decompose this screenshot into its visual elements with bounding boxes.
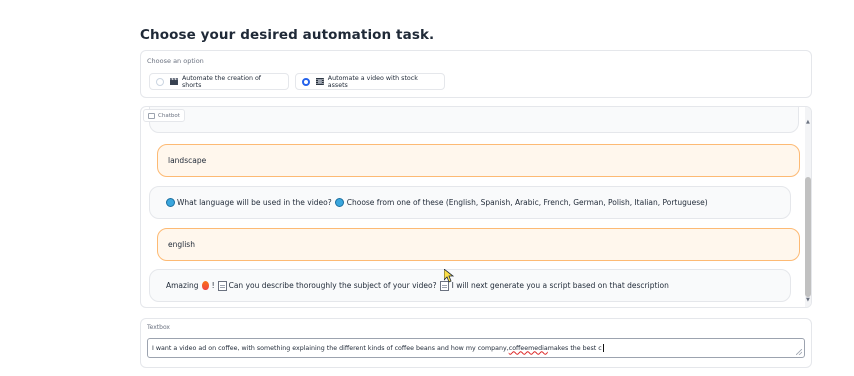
chatbot-panel: Chatbot landscape What language will be … [140, 106, 812, 308]
chat-message-text: Can you describe thoroughly the subject … [228, 281, 437, 290]
chat-message-text: Choose from one of these (English, Spani… [346, 198, 708, 207]
radio-shorts[interactable] [156, 77, 164, 86]
clapper-icon [169, 78, 178, 85]
chat-message-bot-previous [149, 107, 799, 133]
chat-message-bot: Amazing ! Can you describe thoroughly th… [149, 269, 791, 302]
chat-message-text: ! [211, 281, 215, 290]
scroll-down-icon[interactable]: ▼ [806, 297, 810, 303]
chat-message-text: Amazing [166, 281, 199, 290]
resize-handle-icon[interactable] [796, 349, 802, 355]
globe-icon [334, 198, 344, 207]
textbox-value-misspelled: coffeemedia [508, 344, 548, 352]
textbox-value-start: I want a video ad on coffee, with someth… [152, 344, 509, 352]
option-group-label: Choose an option [147, 57, 204, 65]
option-shorts[interactable]: Automate the creation of shorts [149, 73, 289, 90]
radio-stock-assets[interactable] [302, 77, 310, 86]
option-shorts-label: Automate the creation of shorts [181, 74, 262, 89]
textbox-label: Textbox [147, 324, 170, 331]
textbox-value-end: makes the best c [547, 344, 602, 352]
fire-icon [201, 281, 209, 290]
option-radio-group: Choose an option Automate the creation o… [140, 50, 812, 98]
chatbot-tag-label: Chatbot [158, 112, 180, 119]
chat-message-text: I will next generate you a script based … [451, 281, 669, 290]
chat-message-user: english [157, 228, 800, 261]
scroll-up-icon[interactable]: ▲ [806, 119, 810, 125]
text-caret [602, 344, 604, 352]
option-stock-assets[interactable]: Automate a video with stock assets [295, 73, 445, 90]
chat-message-text: What language will be used in the video? [177, 198, 332, 207]
chat-icon [148, 112, 155, 119]
film-icon [315, 78, 324, 85]
chat-scroll-thumb[interactable] [805, 177, 811, 297]
textbox-panel: Textbox I want a video ad on coffee, wit… [140, 318, 812, 368]
mouse-cursor-icon [444, 269, 454, 283]
page-title: Choose your desired automation task. [140, 27, 435, 43]
memo-icon [217, 280, 227, 291]
chatbot-tag: Chatbot [143, 109, 185, 122]
prompt-textarea[interactable]: I want a video ad on coffee, with someth… [147, 338, 805, 358]
option-stock-assets-label: Automate a video with stock assets [327, 74, 418, 89]
chat-message-text: landscape [168, 156, 207, 165]
chat-scrollbar[interactable]: ▲ ▼ [805, 107, 811, 307]
chat-message-text: english [168, 240, 195, 249]
chat-message-bot: What language will be used in the video?… [149, 186, 791, 219]
chat-message-user: landscape [157, 144, 800, 177]
globe-icon [166, 198, 175, 207]
